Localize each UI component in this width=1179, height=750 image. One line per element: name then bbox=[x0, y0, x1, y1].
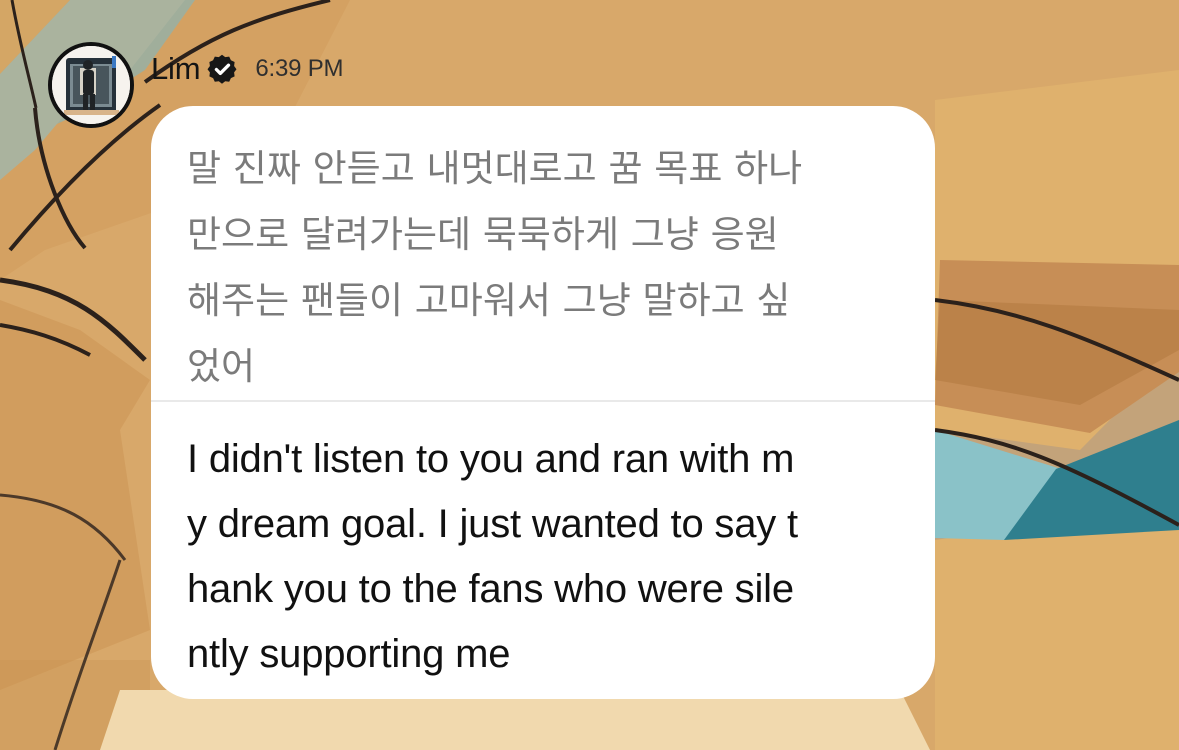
verified-badge-icon bbox=[206, 53, 238, 85]
author-name[interactable]: Lim bbox=[151, 50, 201, 88]
post-time: 6:39 PM bbox=[255, 55, 344, 82]
author-avatar[interactable] bbox=[48, 42, 134, 128]
post-meta: Lim 6:39 PM bbox=[151, 50, 344, 88]
message-bubble: 말 진짜 안듣고 내멋대로고 꿈 목표 하나 만으로 달려가는데 묵묵하게 그냥… bbox=[151, 106, 935, 699]
english-translation: I didn't listen to you and ran with m y … bbox=[187, 437, 798, 676]
original-korean-message: 말 진짜 안듣고 내멋대로고 꿈 목표 하나 만으로 달려가는데 묵묵하게 그냥… bbox=[187, 147, 803, 388]
profile-photo-icon bbox=[52, 46, 130, 124]
translation-divider bbox=[151, 400, 935, 402]
